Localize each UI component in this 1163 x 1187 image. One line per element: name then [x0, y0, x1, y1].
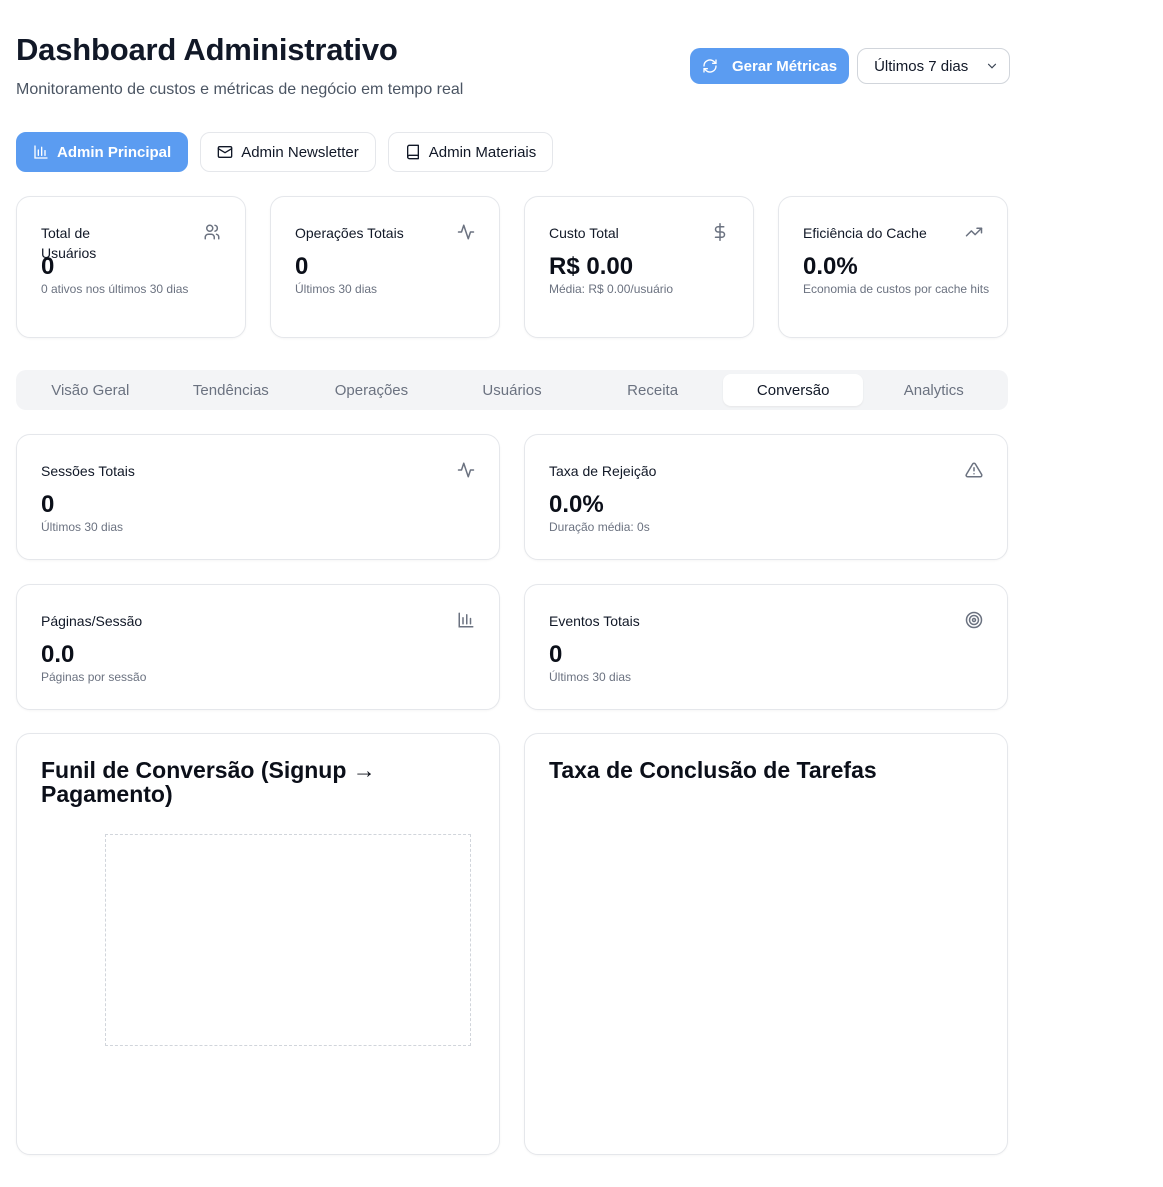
conversion-funnel-title: Funil de Conversão (Signup → Pagamento): [41, 757, 376, 807]
metric-value: 0.0%: [549, 491, 604, 518]
tab-receita[interactable]: Receita: [582, 374, 723, 406]
metric-value: 0: [549, 641, 563, 668]
stat-value: 0: [295, 253, 309, 280]
trending-up-icon: [965, 227, 983, 237]
stat-subtext: Média: R$ 0.00/usuário: [549, 282, 674, 296]
stat-value: 0: [41, 253, 55, 280]
stat-label: Custo Total: [549, 225, 619, 241]
admin-nav: Admin Principal Admin Newsletter Admin M…: [16, 132, 554, 172]
admin-principal-button[interactable]: Admin Principal: [16, 132, 189, 172]
stat-label: Operações Totais: [295, 225, 404, 241]
admin-newsletter-label: Admin Newsletter: [241, 143, 359, 161]
conversion-funnel-chart-area: [105, 834, 471, 1046]
admin-newsletter-button[interactable]: Admin Newsletter: [200, 132, 376, 172]
tab-conversao[interactable]: Conversão: [722, 374, 864, 406]
stat-card-cache: Eficiência do Cache 0.0% Economia de cus…: [778, 196, 1008, 338]
stat-label: Total de Usuários: [41, 225, 97, 261]
header-actions: Gerar Métricas Últimos 7 dias: [690, 48, 1011, 84]
admin-materiais-label: Admin Materiais: [428, 143, 537, 161]
metric-label: Eventos Totais: [549, 613, 640, 629]
metric-value: 0: [41, 491, 55, 518]
tab-operacoes[interactable]: Operações: [301, 374, 442, 406]
metric-card-events: Eventos Totais 0 Últimos 30 dias: [524, 584, 1008, 710]
conversion-funnel-card: Funil de Conversão (Signup → Pagamento): [16, 733, 500, 1155]
metric-card-sessions: Sessões Totais 0 Últimos 30 dias: [16, 434, 500, 560]
stat-subtext: Últimos 30 dias: [295, 282, 378, 296]
stat-subtext: Economia de custos por cache hits: [803, 282, 990, 296]
metric-label: Páginas/Sessão: [41, 613, 143, 629]
bar-chart-icon: [458, 612, 474, 628]
dashboard-tabs: Visão Geral Tendências Operações Usuário…: [16, 370, 1008, 410]
alert-triangle-icon: [965, 462, 983, 478]
generate-metrics-button[interactable]: Gerar Métricas: [690, 48, 850, 84]
book-icon: [406, 144, 419, 160]
stat-card-operations: Operações Totais 0 Últimos 30 dias: [270, 196, 500, 338]
stat-value: 0.0%: [803, 253, 858, 280]
metric-subtext: Últimos 30 dias: [549, 670, 632, 684]
stat-label: Eficiência do Cache: [803, 225, 927, 241]
task-completion-card: Taxa de Conclusão de Tarefas: [524, 733, 1008, 1155]
target-icon: [965, 611, 983, 629]
activity-icon: [457, 224, 475, 240]
stat-subtext: 0 ativos nos últimos 30 dias: [41, 282, 189, 296]
metric-label: Taxa de Rejeição: [549, 463, 657, 479]
mail-icon: [217, 146, 233, 158]
metric-card-bounce-rate: Taxa de Rejeição 0.0% Duração média: 0s: [524, 434, 1008, 560]
users-icon: [204, 224, 220, 240]
task-completion-title: Taxa de Conclusão de Tarefas: [549, 757, 877, 783]
admin-materiais-button[interactable]: Admin Materiais: [387, 132, 554, 172]
period-select-value: Últimos 7 dias: [874, 57, 969, 75]
refresh-icon: [703, 59, 717, 73]
tab-tendencias[interactable]: Tendências: [161, 374, 302, 406]
bar-chart-icon: [34, 145, 48, 159]
period-select[interactable]: Últimos 7 dias: [857, 48, 1011, 84]
generate-metrics-label: Gerar Métricas: [732, 57, 838, 75]
metric-subtext: Páginas por sessão: [41, 670, 147, 684]
metric-label: Sessões Totais: [41, 463, 135, 479]
tab-analytics[interactable]: Analytics: [863, 374, 1004, 406]
tab-usuarios[interactable]: Usuários: [442, 374, 583, 406]
stat-value: R$ 0.00: [549, 253, 634, 280]
metric-subtext: Últimos 30 dias: [41, 520, 124, 534]
metric-card-pages-per-session: Páginas/Sessão 0.0 Páginas por sessão: [16, 584, 500, 710]
page-subtitle: Monitoramento de custos e métricas de ne…: [16, 81, 464, 98]
stat-card-users: Total de Usuários 0 0 ativos nos últimos…: [16, 196, 246, 338]
metric-value: 0.0: [41, 641, 75, 668]
chevron-down-icon: [987, 63, 997, 69]
tab-visao-geral[interactable]: Visão Geral: [20, 374, 161, 406]
stat-card-cost: Custo Total R$ 0.00 Média: R$ 0.00/usuár…: [524, 196, 754, 338]
dollar-icon: [714, 223, 726, 241]
activity-icon: [457, 462, 475, 478]
metric-subtext: Duração média: 0s: [549, 520, 650, 534]
admin-principal-label: Admin Principal: [57, 143, 172, 161]
